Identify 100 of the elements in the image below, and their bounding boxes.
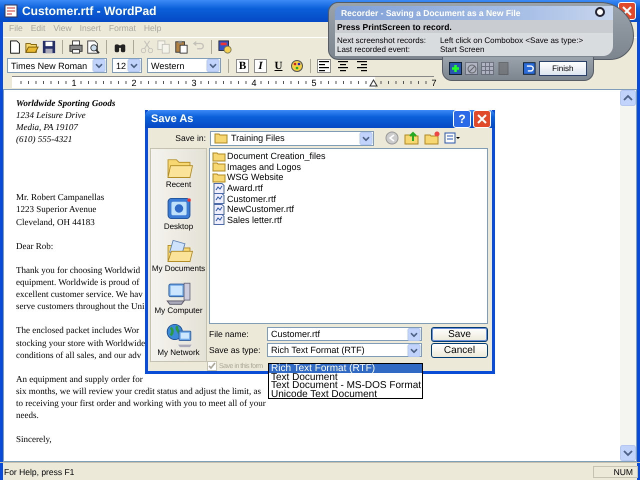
document-text-line: (610) 555-4321: [16, 133, 72, 146]
next-label: Next screenshot records:: [337, 36, 426, 44]
ruler-number: 2: [131, 78, 137, 88]
color-palette-icon[interactable]: [290, 58, 304, 72]
document-text-line: needs.: [16, 409, 39, 422]
document-text-line: 1234 Leisure Drive: [16, 109, 86, 122]
dialog-title: Save As: [151, 113, 194, 125]
document-text-line: Mr. Robert Campanellas: [16, 191, 104, 204]
size-combobox[interactable]: 12: [112, 58, 142, 73]
last-label: Last recorded event:: [337, 44, 411, 54]
bold-button[interactable]: B: [236, 58, 249, 72]
document-text-line: An equipment and supply order for: [16, 372, 143, 385]
network-globe-icon: [164, 321, 192, 348]
align-left-button[interactable]: [317, 58, 331, 72]
list-entry[interactable]: NewCustomer.rtf: [212, 204, 485, 215]
folder-icon: [212, 150, 226, 162]
ruler-number: 7: [431, 78, 437, 88]
document-text-line: Cleveland, OH 44183: [16, 216, 95, 228]
save-in-label: Save in:: [174, 133, 206, 143]
place-item[interactable]: My Computer: [151, 279, 206, 319]
new-document-icon[interactable]: [7, 39, 23, 55]
close-icon: [477, 114, 487, 124]
dropdown-option[interactable]: Text Document: [269, 372, 422, 381]
folder-icon: [212, 172, 226, 183]
document-text-line: Worldwide Sporting Goods: [16, 97, 116, 110]
floppy-disk-icon[interactable]: [41, 39, 57, 55]
document-icon: [212, 214, 226, 226]
up-folder-icon[interactable]: [404, 131, 420, 145]
document-text-line: excellent customer service. We hav: [16, 288, 143, 300]
last-value: Start Screen: [440, 44, 486, 54]
indent-marker-icon[interactable]: [369, 78, 378, 86]
window-title: Customer.rtf - WordPad: [22, 4, 156, 18]
views-icon[interactable]: [444, 131, 460, 145]
folder-icon: [212, 161, 226, 172]
close-icon: [622, 6, 632, 16]
document-icon: [212, 182, 226, 194]
document-icon: [212, 204, 226, 215]
back-icon[interactable]: [384, 131, 400, 145]
clipboard-icon[interactable]: [173, 39, 189, 55]
next-value: Left click on Combobox <Save as type:>: [440, 36, 584, 44]
save-button[interactable]: Save: [431, 326, 488, 342]
document-text-line: serve customers throughout the Uni: [16, 300, 144, 312]
list-entry[interactable]: Sales letter.rtf: [212, 214, 485, 226]
document-text-line: equipment. Worldwide is proud of: [16, 276, 140, 288]
finish-button[interactable]: Finish: [538, 61, 587, 76]
document-text-line: stocking your store with Worldwide: [16, 336, 146, 349]
calendar-clock-icon[interactable]: [217, 39, 233, 55]
italic-button[interactable]: I: [254, 58, 267, 72]
help-button[interactable]: ?: [453, 110, 471, 128]
dropdown-option[interactable]: Unicode Text Document: [269, 390, 422, 398]
file-name-combobox[interactable]: Customer.rtf: [267, 327, 422, 341]
list-entry[interactable]: Images and Logos: [212, 162, 485, 172]
scroll-up-icon[interactable]: [620, 90, 636, 106]
dropdown-option[interactable]: Text Document - MS-DOS Format: [269, 381, 422, 390]
save-as-type-combobox[interactable]: Rich Text Format (RTF): [267, 343, 422, 357]
script-combobox[interactable]: Western: [147, 58, 221, 73]
app-icon: [4, 4, 18, 18]
save-in-combobox[interactable]: Training Files: [210, 130, 374, 146]
document-text-line: to receiving your first order and working with you to meet all of your: [16, 396, 266, 410]
close-button[interactable]: [473, 110, 491, 128]
ruler-number: 3: [191, 78, 197, 88]
document-text-line: Media, PA 19107: [16, 121, 78, 134]
document-text-line: six months, we will review your credit status and adjust the limit, as: [16, 384, 261, 397]
num-lock-indicator: NUM: [592, 466, 638, 478]
document-text-line: conditions of all sales, and our adv: [16, 348, 142, 361]
place-item[interactable]: My Documents: [151, 237, 206, 277]
place-item[interactable]: Desktop: [151, 195, 206, 235]
document-text-line: Dear Rob:: [16, 240, 54, 252]
scroll-down-icon[interactable]: [620, 445, 636, 461]
document-text-line: Sincerely,: [16, 433, 52, 446]
dropdown-option[interactable]: Rich Text Format (RTF): [269, 364, 422, 372]
printer-icon[interactable]: [68, 39, 84, 55]
list-entry[interactable]: WSG Website: [212, 172, 485, 183]
folder-icon: [214, 132, 228, 144]
desktop-icon: [164, 195, 192, 222]
document-text-line: 1223 Superior Avenue: [16, 203, 96, 216]
documents-folder-icon: [164, 237, 192, 264]
document-text-line: The enclosed packet includes Wor: [16, 324, 140, 336]
ruler-number: 4: [251, 78, 257, 88]
document-icon: [212, 193, 226, 204]
recorder-title: Recorder - Saving a Document as a New File: [341, 8, 521, 18]
list-entry[interactable]: Document Creation_files: [212, 151, 485, 162]
list-entry[interactable]: Customer.rtf: [212, 193, 485, 204]
circle-icon[interactable]: [595, 7, 605, 17]
place-item[interactable]: Recent: [151, 153, 206, 193]
status-text: For Help, press F1: [3, 466, 76, 476]
place-item[interactable]: My Network: [151, 321, 206, 361]
font-combobox[interactable]: Times New Roman: [7, 58, 107, 73]
list-entry[interactable]: Award.rtf: [212, 182, 485, 194]
add-icon[interactable]: [449, 62, 462, 75]
document-text-line: Thank you for choosing Worldwid: [16, 264, 140, 276]
cancel-button[interactable]: Cancel: [431, 342, 488, 358]
print-preview-icon[interactable]: [85, 39, 101, 55]
ruler-number: 5: [311, 78, 317, 88]
undo-icon[interactable]: [523, 62, 536, 75]
new-folder-icon[interactable]: [424, 131, 440, 145]
ruler-number: 1: [71, 78, 77, 88]
file-name-label: File name:: [209, 329, 250, 339]
recorder-instruction: Press PrintScreen to record.: [337, 22, 452, 32]
underline-button[interactable]: U: [272, 58, 285, 72]
